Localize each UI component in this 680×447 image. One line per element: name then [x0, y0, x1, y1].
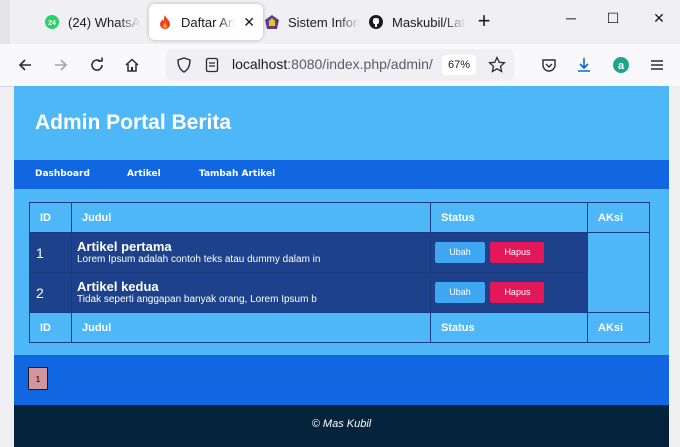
footer-status: Status: [430, 312, 588, 343]
tab-title: (24) WhatsApp: [68, 14, 140, 30]
edit-button[interactable]: Ubah: [435, 282, 485, 303]
browser-tab-strip: 24 (24) WhatsApp Daftar Artikel ✕ Sistem…: [0, 0, 680, 44]
row-id: 2: [29, 272, 72, 313]
tab-sistem-informasi[interactable]: Sistem Informasi: [264, 4, 360, 40]
table-header-row: ID Judul Status AKsi: [29, 202, 650, 233]
svg-text:a: a: [618, 60, 625, 72]
url-path: :8080/index.php/admin/: [287, 56, 433, 72]
url-host: localhost: [232, 56, 288, 72]
delete-button[interactable]: Hapus: [490, 282, 545, 303]
page-scrollbar[interactable]: [669, 86, 680, 447]
table-row: 1 Artikel pertama Lorem Ipsum adalah con…: [29, 232, 650, 313]
site-footer: © Mas Kubil: [14, 405, 669, 447]
zoom-level-button[interactable]: 67%: [442, 55, 476, 75]
header-id: ID: [29, 202, 72, 233]
home-icon[interactable]: [119, 52, 145, 78]
tab-title: Maskubil/Latihan: [392, 14, 466, 30]
extension-icon[interactable]: a: [608, 52, 634, 78]
maximize-icon[interactable]: ☐: [598, 10, 628, 34]
minimize-icon[interactable]: ─: [556, 10, 586, 34]
row-judul: Artikel pertama Lorem Ipsum adalah conto…: [71, 232, 431, 273]
nav-tambah-artikel[interactable]: Tambah Artikel: [199, 169, 275, 179]
site-header: Admin Portal Berita: [14, 86, 669, 160]
footer-id: ID: [29, 312, 72, 343]
browser-toolbar: localhost:8080/index.php/admin/ 67% a: [0, 44, 680, 87]
institution-logo-icon: [264, 14, 280, 30]
pocket-icon[interactable]: [536, 52, 562, 78]
github-icon: [368, 14, 384, 30]
menu-icon[interactable]: [644, 52, 670, 78]
header-judul: Judul: [71, 202, 431, 233]
tab-title: Daftar Artikel: [181, 14, 236, 30]
edit-button[interactable]: Ubah: [435, 242, 485, 263]
tab-strip-edge: [0, 0, 10, 44]
header-aksi: AKsi: [587, 202, 650, 233]
aksi-cell: [587, 232, 650, 313]
whatsapp-badge: 24: [48, 20, 56, 27]
main-nav: Dashboard Artikel Tambah Artikel: [14, 160, 669, 189]
page-info-icon[interactable]: [204, 57, 220, 78]
article-table: ID Judul Status AKsi 1 Artikel pertama L…: [29, 202, 650, 343]
whatsapp-icon: 24: [44, 14, 60, 30]
row-actions: Ubah Hapus: [430, 232, 588, 273]
pagination: 1: [14, 355, 669, 405]
footer-judul: Judul: [71, 312, 431, 343]
content-area: ID Judul Status AKsi 1 Artikel pertama L…: [14, 189, 669, 355]
article-excerpt: Lorem Ipsum adalah contoh teks atau dumm…: [77, 253, 321, 265]
close-tab-icon[interactable]: ✕: [243, 14, 255, 31]
bookmark-star-icon[interactable]: [488, 55, 506, 79]
footer-aksi: AKsi: [587, 312, 650, 343]
forward-icon[interactable]: [48, 52, 74, 78]
address-bar[interactable]: localhost:8080/index.php/admin/ 67%: [166, 49, 514, 81]
table-footer-row: ID Judul Status AKsi: [29, 312, 650, 343]
article-excerpt: Tidak seperti anggapan banyak orang, Lor…: [77, 293, 317, 305]
row-judul: Artikel kedua Tidak seperti anggapan ban…: [71, 272, 431, 313]
nav-dashboard[interactable]: Dashboard: [35, 169, 90, 179]
close-window-icon[interactable]: ✕: [644, 10, 674, 34]
flame-icon: [157, 14, 173, 30]
back-icon[interactable]: [12, 52, 38, 78]
web-page: Admin Portal Berita Dashboard Artikel Ta…: [14, 86, 669, 447]
row-id: 1: [29, 232, 72, 273]
reload-icon[interactable]: [84, 52, 110, 78]
article-title: Artikel pertama: [77, 238, 172, 254]
tab-whatsapp[interactable]: 24 (24) WhatsApp: [44, 4, 140, 40]
url-text[interactable]: localhost:8080/index.php/admin/: [232, 56, 436, 72]
tab-title: Sistem Informasi: [288, 14, 360, 30]
tab-github[interactable]: Maskubil/Latihan: [368, 4, 466, 40]
site-title: Admin Portal Berita: [35, 111, 232, 134]
header-status: Status: [430, 202, 588, 233]
nav-artikel[interactable]: Artikel: [127, 169, 161, 179]
table-row: 2 Artikel kedua Tidak seperti anggapan b…: [29, 272, 650, 313]
footer-credit: © Mas Kubil: [311, 418, 372, 430]
article-title: Artikel kedua: [77, 278, 159, 294]
download-icon[interactable]: [571, 52, 597, 78]
shield-icon[interactable]: [176, 57, 192, 78]
new-tab-button[interactable]: +: [472, 10, 496, 34]
row-actions: Ubah Hapus: [430, 272, 588, 313]
tab-daftar-artikel[interactable]: Daftar Artikel ✕: [149, 4, 263, 40]
page-1-button[interactable]: 1: [28, 367, 48, 390]
delete-button[interactable]: Hapus: [490, 242, 545, 263]
